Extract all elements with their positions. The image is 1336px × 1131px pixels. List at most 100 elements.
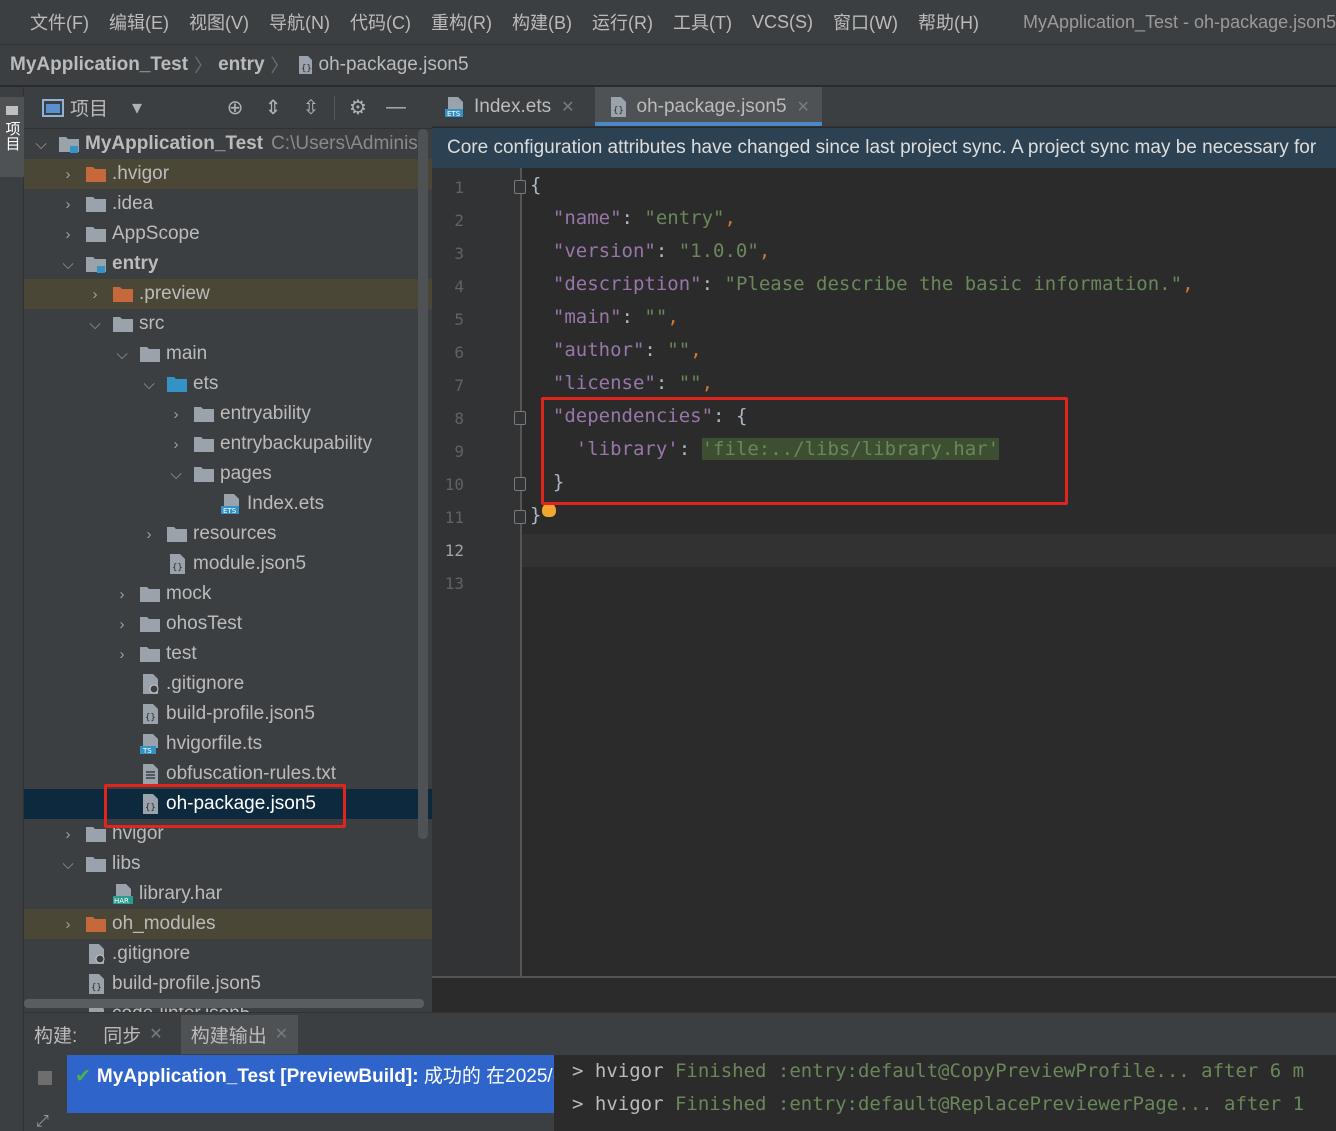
- tree-row[interactable]: › entrybackupability: [24, 429, 432, 459]
- tab-label: 同步: [103, 1025, 142, 1047]
- build-result-item[interactable]: ✔ MyApplication_Test [PreviewBuild]: 成功的 …: [67, 1055, 554, 1113]
- tree-row[interactable]: › ETS Index.ets: [24, 489, 432, 519]
- fold-open-icon[interactable]: [514, 411, 526, 425]
- menu-file[interactable]: 文件(F): [30, 9, 89, 35]
- horizontal-scrollbar[interactable]: [24, 999, 424, 1008]
- chevron-right-icon[interactable]: ›: [59, 166, 77, 183]
- chevron-right-icon[interactable]: ›: [59, 826, 77, 843]
- menu-code[interactable]: 代码(C): [350, 9, 411, 35]
- fold-close-icon[interactable]: [514, 510, 526, 524]
- menu-navigate[interactable]: 导航(N): [269, 9, 330, 35]
- chevron-right-icon[interactable]: ›: [59, 916, 77, 933]
- fold-close-icon[interactable]: [514, 477, 526, 491]
- expand-all-icon[interactable]: ⇕: [260, 95, 286, 121]
- tree-row[interactable]: › {} module.json5: [24, 549, 432, 579]
- tree-label: ets: [193, 373, 219, 394]
- svg-text:{}: {}: [301, 64, 312, 74]
- tree-row[interactable]: › AppScope: [24, 219, 432, 249]
- tab-oh-package-json5[interactable]: {} oh-package.json5 ✕: [594, 87, 823, 126]
- tab-build-output[interactable]: 构建输出 ✕: [180, 1014, 299, 1054]
- tree-row[interactable]: › .gitignore: [24, 669, 432, 699]
- breadcrumb-module[interactable]: entry: [218, 54, 264, 76]
- chevron-right-icon[interactable]: ›: [113, 586, 131, 603]
- menu-help[interactable]: 帮助(H): [918, 9, 979, 35]
- tree-row[interactable]: › resources: [24, 519, 432, 549]
- tree-row[interactable]: › test: [24, 639, 432, 669]
- line-number: 11: [444, 508, 464, 527]
- tree-row-root[interactable]: ⌵ MyApplication_Test C:\Users\Administ: [24, 129, 432, 159]
- tree-row[interactable]: ⌵ entry: [24, 249, 432, 279]
- tree-row[interactable]: ⌵ main: [24, 339, 432, 369]
- chevron-right-icon[interactable]: ›: [86, 286, 104, 303]
- menu-run[interactable]: 运行(R): [592, 9, 653, 35]
- tree-label: main: [166, 343, 208, 364]
- tree-row[interactable]: › mock: [24, 579, 432, 609]
- gear-icon[interactable]: ⚙: [345, 95, 371, 121]
- menu-edit[interactable]: 编辑(E): [109, 9, 169, 35]
- vertical-scrollbar[interactable]: [418, 129, 428, 839]
- chevron-down-icon[interactable]: ⌵: [113, 346, 131, 363]
- close-icon[interactable]: ✕: [149, 1024, 162, 1044]
- sync-notification: Core configuration attributes have chang…: [432, 128, 1336, 168]
- menu-tools[interactable]: 工具(T): [673, 9, 732, 35]
- chevron-down-icon[interactable]: ▾: [124, 95, 150, 121]
- tree-row[interactable]: › .hvigor: [24, 159, 432, 189]
- har-file-icon: HAR: [113, 884, 133, 904]
- expand-icon[interactable]: ⤢: [36, 1113, 49, 1131]
- code-line: "description": "Please describe the basi…: [552, 273, 1194, 295]
- tree-row[interactable]: › .preview: [24, 279, 432, 309]
- tree-row[interactable]: ⌵ ets: [24, 369, 432, 399]
- locate-icon[interactable]: ⊕: [222, 95, 248, 121]
- stop-icon[interactable]: [38, 1071, 52, 1085]
- tree-row[interactable]: › ohosTest: [24, 609, 432, 639]
- close-icon[interactable]: ✕: [797, 97, 810, 117]
- tree-row[interactable]: › oh_modules: [24, 909, 432, 939]
- tab-label: Index.ets: [474, 95, 552, 117]
- tree-label: src: [139, 313, 165, 334]
- code-editor[interactable]: 1 2 3 4 5 6 7 8 9 10 11 12 13 { "name": …: [432, 168, 1336, 976]
- tree-row[interactable]: › TS hvigorfile.ts: [24, 729, 432, 759]
- tab-sync[interactable]: 同步 ✕: [103, 1021, 162, 1048]
- chevron-down-icon[interactable]: ⌵: [32, 136, 50, 153]
- menu-window[interactable]: 窗口(W): [833, 9, 898, 35]
- collapse-all-icon[interactable]: ⇳: [298, 95, 324, 121]
- tree-row[interactable]: ⌵ src: [24, 309, 432, 339]
- tree-row[interactable]: › {} build-profile.json5: [24, 969, 432, 999]
- tree-row[interactable]: › HAR library.har: [24, 879, 432, 909]
- chevron-down-icon[interactable]: ⌵: [167, 466, 185, 483]
- menu-build[interactable]: 构建(B): [512, 9, 572, 35]
- menu-refactor[interactable]: 重构(R): [431, 9, 492, 35]
- tree-row[interactable]: › .gitignore: [24, 939, 432, 969]
- chevron-right-icon[interactable]: ›: [59, 196, 77, 213]
- chevron-right-icon[interactable]: ›: [113, 616, 131, 633]
- minimize-icon[interactable]: —: [383, 95, 409, 121]
- breadcrumb-project[interactable]: MyApplication_Test: [10, 54, 188, 76]
- tree-row[interactable]: › {} build-profile.json5: [24, 699, 432, 729]
- chevron-down-icon[interactable]: ⌵: [86, 316, 104, 333]
- menu-view[interactable]: 视图(V): [189, 9, 249, 35]
- project-tool-tab[interactable]: 项目: [0, 97, 24, 177]
- chevron-down-icon[interactable]: ⌵: [59, 256, 77, 273]
- chevron-down-icon[interactable]: ⌵: [140, 376, 158, 393]
- close-icon[interactable]: ✕: [561, 97, 574, 117]
- menu-vcs[interactable]: VCS(S): [752, 12, 813, 33]
- chevron-right-icon[interactable]: ›: [140, 526, 158, 543]
- tree-label: module.json5: [193, 553, 307, 574]
- chevron-right-icon[interactable]: ›: [113, 646, 131, 663]
- fold-open-icon[interactable]: [514, 180, 526, 194]
- tree-label: MyApplication_Test: [85, 133, 264, 154]
- code-key: "main": [552, 306, 622, 328]
- chevron-down-icon[interactable]: ⌵: [59, 856, 77, 873]
- tree-row[interactable]: ⌵ pages: [24, 459, 432, 489]
- tree-row[interactable]: › entryability: [24, 399, 432, 429]
- build-console[interactable]: > hvigor Finished :entry:default@CopyPre…: [554, 1055, 1336, 1131]
- tab-index-ets[interactable]: ETS Index.ets ✕: [432, 87, 587, 126]
- breadcrumb-file[interactable]: oh-package.json5: [319, 54, 469, 76]
- tree-row[interactable]: ⌵ libs: [24, 849, 432, 879]
- chevron-right-icon[interactable]: ›: [167, 436, 185, 453]
- tree-row[interactable]: › .idea: [24, 189, 432, 219]
- chevron-right-icon[interactable]: ›: [59, 226, 77, 243]
- console-text: Finished :entry:default@ReplacePreviewer…: [674, 1093, 1305, 1115]
- close-icon[interactable]: ✕: [275, 1024, 288, 1044]
- chevron-right-icon[interactable]: ›: [167, 406, 185, 423]
